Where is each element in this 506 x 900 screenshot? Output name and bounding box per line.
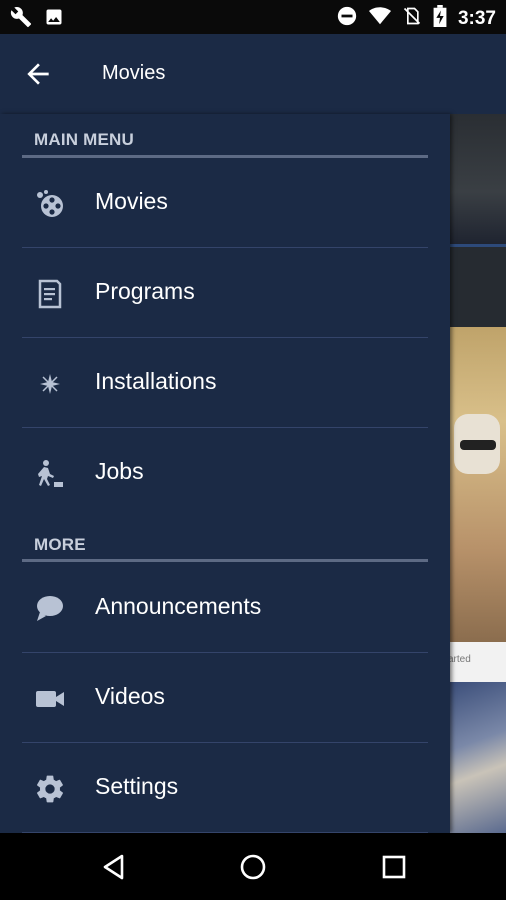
sparkle-icon: [34, 368, 66, 400]
gear-icon: [34, 773, 66, 805]
menu-item-label: Videos: [95, 683, 165, 709]
no-sim-icon: [402, 5, 422, 32]
menu-item-programs[interactable]: Programs: [0, 248, 450, 338]
menu-item-label: Installations: [95, 368, 217, 394]
menu-item-jobs[interactable]: Jobs: [0, 428, 450, 518]
caption-text: arted: [448, 654, 471, 665]
back-button[interactable]: [22, 58, 54, 90]
nav-home-button[interactable]: [237, 851, 269, 883]
app-bar: Movies: [0, 34, 506, 114]
image-icon: [44, 7, 64, 32]
clock: 3:37: [457, 7, 496, 29]
menu-item-label: Settings: [95, 773, 179, 799]
section-header-more: MORE: [34, 535, 86, 554]
poster-figure-detail: [460, 440, 496, 450]
movie-poster: [448, 327, 506, 642]
nav-recents-button[interactable]: [378, 851, 410, 883]
menu-item-announcements[interactable]: Announcements: [0, 563, 450, 653]
menu-item-label: Jobs: [95, 458, 144, 484]
section-header-main-menu: MAIN MENU: [34, 130, 135, 149]
menu-item-installations[interactable]: Installations: [0, 338, 450, 428]
menu-item-videos[interactable]: Videos: [0, 653, 450, 743]
status-bar: 3:37: [0, 0, 506, 34]
menu-item-label: Announcements: [95, 593, 262, 619]
menu-item-settings[interactable]: Settings: [0, 743, 450, 833]
back-triangle-icon: [103, 854, 124, 880]
do-not-disturb-icon: [336, 5, 358, 32]
home-circle-icon: [240, 854, 266, 880]
recents-square-icon: [382, 855, 406, 879]
document-icon: [34, 278, 66, 310]
page-title: Movies: [102, 62, 166, 84]
section-divider: [22, 559, 428, 562]
background-content: arted: [448, 114, 506, 833]
menu-item-movies[interactable]: Movies: [0, 158, 450, 248]
background-image: [448, 114, 506, 244]
system-navigation-bar: [0, 833, 506, 900]
movie-poster: [448, 682, 506, 833]
nav-back-button[interactable]: [98, 851, 130, 883]
arrow-back-icon: [27, 63, 49, 85]
background-caption: arted: [448, 642, 506, 682]
wifi-icon: [368, 5, 392, 32]
chat-bubble-icon: [34, 593, 66, 625]
background-image: [448, 247, 506, 327]
film-reel-icon: [34, 188, 66, 220]
navigation-drawer: MAIN MENU Movies Programs Installations …: [0, 114, 450, 833]
video-camera-icon: [34, 683, 66, 715]
battery-charging-icon: [432, 5, 448, 32]
wrench-icon: [10, 6, 32, 33]
menu-item-label: Movies: [95, 188, 168, 214]
worker-icon: [34, 458, 66, 490]
menu-item-label: Programs: [95, 278, 195, 304]
